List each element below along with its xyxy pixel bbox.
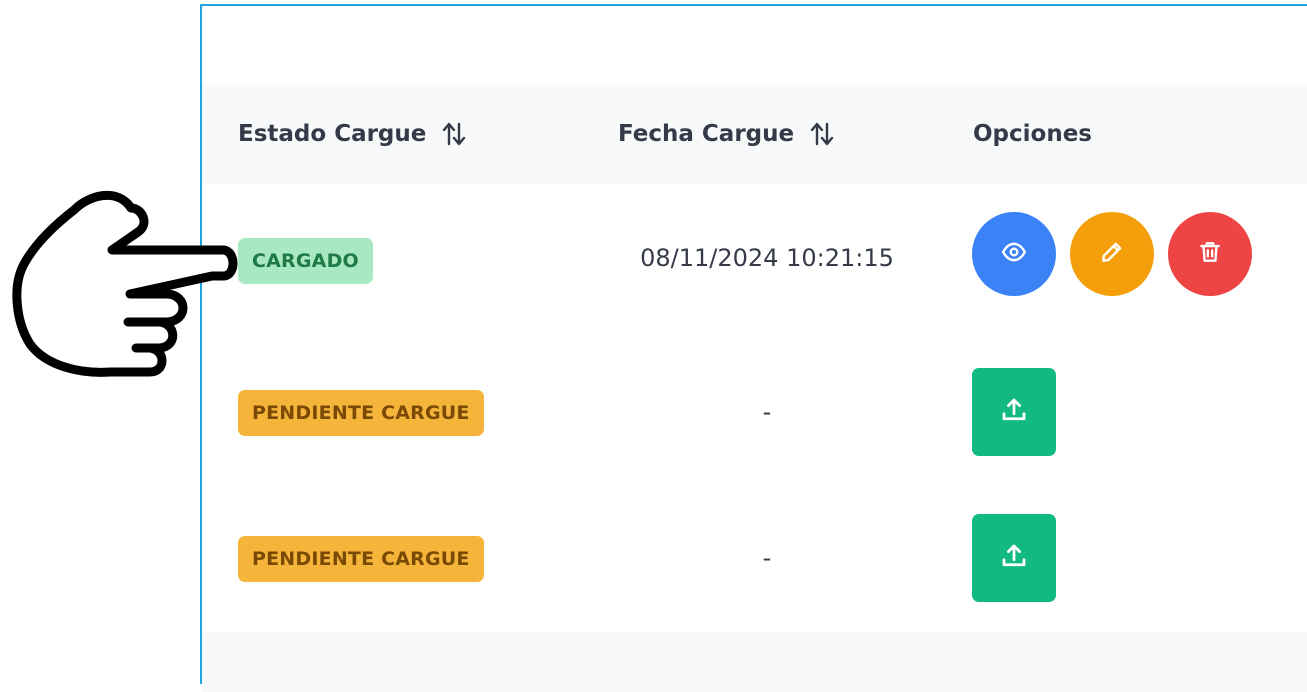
status-badge: PENDIENTE CARGUE (238, 536, 484, 582)
table-row: PENDIENTE CARGUE - (202, 486, 1307, 633)
pointing-hand-icon (0, 180, 260, 395)
header-estado-cargue[interactable]: Estado Cargue (238, 84, 468, 184)
table-header: Estado Cargue Fecha Cargue Opciones (202, 84, 1307, 185)
delete-button[interactable] (1168, 212, 1252, 296)
upload-button[interactable] (972, 514, 1056, 602)
upload-icon (999, 541, 1029, 575)
pencil-icon (1099, 239, 1125, 269)
upload-date: 08/11/2024 10:21:15 (640, 244, 894, 272)
header-opciones-label: Opciones (973, 121, 1092, 147)
edit-button[interactable] (1070, 212, 1154, 296)
table-row: CARGADO 08/11/2024 10:21:15 (202, 184, 1307, 341)
header-opciones: Opciones (973, 84, 1092, 184)
view-button[interactable] (972, 212, 1056, 296)
upload-icon (999, 395, 1029, 429)
table-footer (202, 632, 1307, 692)
sort-icon[interactable] (440, 120, 468, 148)
upload-date: - (762, 544, 772, 572)
data-table-panel: Estado Cargue Fecha Cargue Opciones CARG… (200, 4, 1307, 692)
eye-icon (1001, 239, 1027, 269)
table-row: PENDIENTE CARGUE - (202, 340, 1307, 487)
upload-button[interactable] (972, 368, 1056, 456)
status-badge: PENDIENTE CARGUE (238, 390, 484, 436)
header-estado-label: Estado Cargue (238, 121, 427, 147)
trash-icon (1197, 239, 1223, 269)
sort-icon[interactable] (808, 120, 836, 148)
upload-date: - (762, 398, 772, 426)
header-fecha-cargue[interactable]: Fecha Cargue (618, 84, 836, 184)
header-fecha-label: Fecha Cargue (618, 121, 795, 147)
